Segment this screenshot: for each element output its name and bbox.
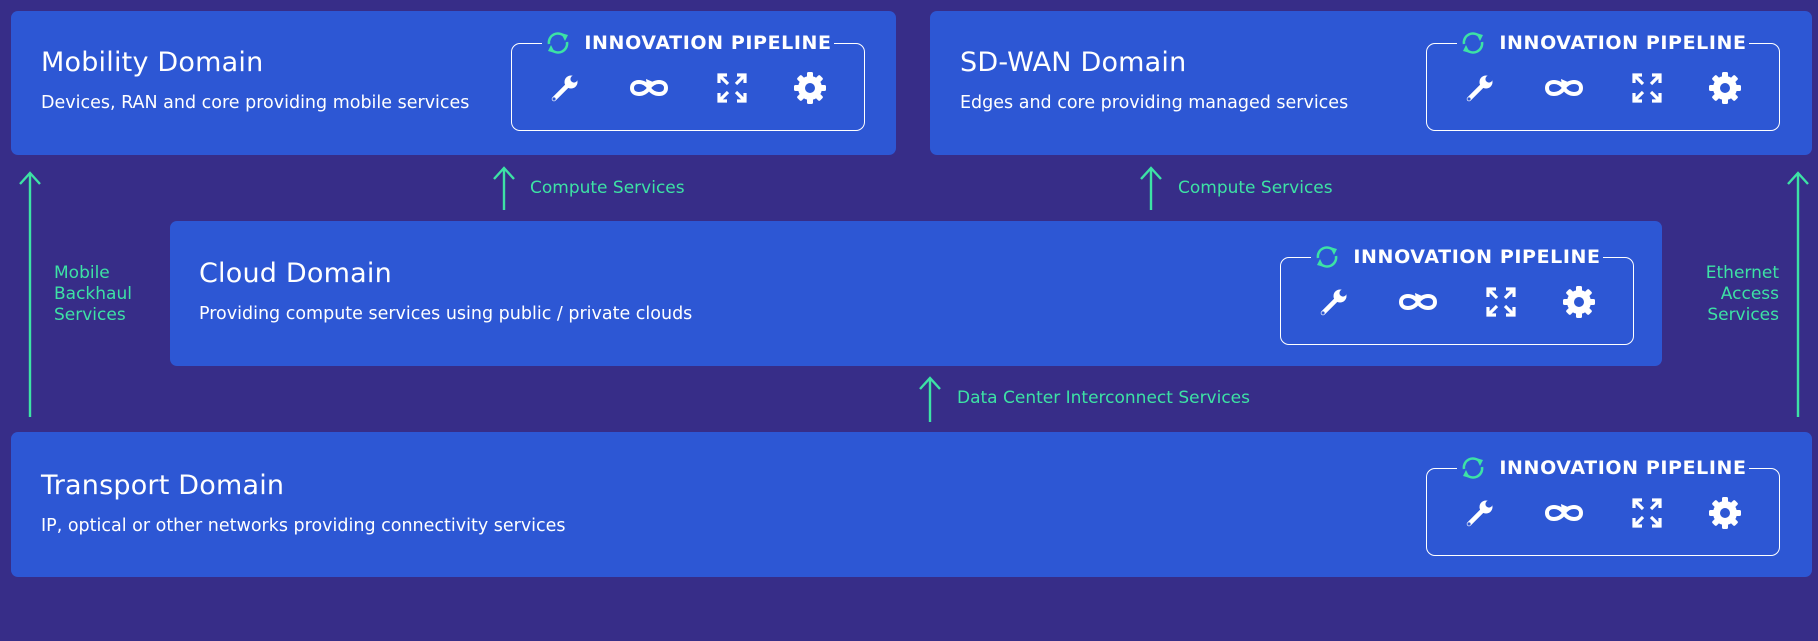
up-arrow-icon [917, 375, 943, 423]
up-arrow-icon [17, 170, 43, 418]
side-label-line: Services [54, 305, 126, 325]
side-label-line: Mobile [54, 263, 110, 283]
mobility-domain-title: Mobility Domain [41, 47, 264, 78]
mobility-innovation-pipeline: INNOVATION PIPELINE [511, 28, 865, 131]
gear-icon [1707, 70, 1743, 106]
cloud-domain-panel: Cloud Domain Providing compute services … [170, 221, 1662, 366]
pipeline-label: INNOVATION PIPELINE [1499, 32, 1747, 54]
expand-arrows-icon [716, 72, 748, 104]
sdwan-innovation-pipeline: INNOVATION PIPELINE [1426, 28, 1780, 131]
up-arrow-icon [1138, 165, 1164, 211]
expand-arrows-icon [1631, 497, 1663, 529]
gear-icon [792, 70, 828, 106]
wrench-icon [1463, 496, 1497, 530]
infinity-loop-icon [1541, 496, 1587, 530]
side-label-line: Services [1707, 305, 1779, 325]
pipeline-header: INNOVATION PIPELINE [1457, 28, 1749, 58]
wrench-icon [1317, 285, 1351, 319]
transport-domain-description: IP, optical or other networks providing … [41, 516, 566, 536]
pipeline-tools [1281, 282, 1633, 322]
sdwan-domain-panel: SD-WAN Domain Edges and core providing m… [930, 11, 1812, 155]
cloud-domain-description: Providing compute services using public … [199, 304, 693, 324]
pipeline-tools [1427, 68, 1779, 108]
side-label-line: Backhaul [54, 284, 132, 304]
expand-arrows-icon [1631, 72, 1663, 104]
infinity-loop-icon [1395, 285, 1441, 319]
cycle-arrows-icon [544, 29, 572, 57]
cloud-innovation-pipeline: INNOVATION PIPELINE [1280, 242, 1634, 345]
mobility-domain-panel: Mobility Domain Devices, RAN and core pr… [11, 11, 896, 155]
mobile-backhaul-services-label: Mobile Backhaul Services [54, 263, 132, 326]
expand-arrows-icon [1485, 286, 1517, 318]
pipeline-label: INNOVATION PIPELINE [584, 32, 832, 54]
pipeline-label: INNOVATION PIPELINE [1353, 246, 1601, 268]
pipeline-header: INNOVATION PIPELINE [1457, 453, 1749, 483]
up-arrow-icon [491, 165, 517, 211]
sdwan-domain-description: Edges and core providing managed service… [960, 93, 1349, 113]
ethernet-access-services-label: Ethernet Access Services [1706, 263, 1779, 326]
cycle-arrows-icon [1459, 29, 1487, 57]
transport-domain-title: Transport Domain [41, 470, 285, 501]
pipeline-tools [1427, 493, 1779, 533]
gear-icon [1561, 284, 1597, 320]
side-label-line: Ethernet [1705, 263, 1779, 283]
sdwan-domain-title: SD-WAN Domain [960, 47, 1187, 78]
transport-innovation-pipeline: INNOVATION PIPELINE [1426, 453, 1780, 556]
infinity-loop-icon [1541, 71, 1587, 105]
wrench-icon [1463, 71, 1497, 105]
compute-services-label: Compute Services [530, 178, 685, 198]
pipeline-header: INNOVATION PIPELINE [1311, 242, 1603, 272]
pipeline-label: INNOVATION PIPELINE [1499, 457, 1747, 479]
data-center-interconnect-label: Data Center Interconnect Services [957, 388, 1251, 408]
cycle-arrows-icon [1313, 243, 1341, 271]
up-arrow-icon [1785, 170, 1811, 418]
compute-services-label: Compute Services [1178, 178, 1333, 198]
transport-domain-panel: Transport Domain IP, optical or other ne… [11, 432, 1812, 577]
mobility-domain-description: Devices, RAN and core providing mobile s… [41, 93, 470, 113]
pipeline-header: INNOVATION PIPELINE [542, 28, 834, 58]
wrench-icon [548, 71, 582, 105]
cloud-domain-title: Cloud Domain [199, 258, 392, 289]
cycle-arrows-icon [1459, 454, 1487, 482]
pipeline-tools [512, 68, 864, 108]
side-label-line: Access [1720, 284, 1779, 304]
gear-icon [1707, 495, 1743, 531]
infinity-loop-icon [626, 71, 672, 105]
